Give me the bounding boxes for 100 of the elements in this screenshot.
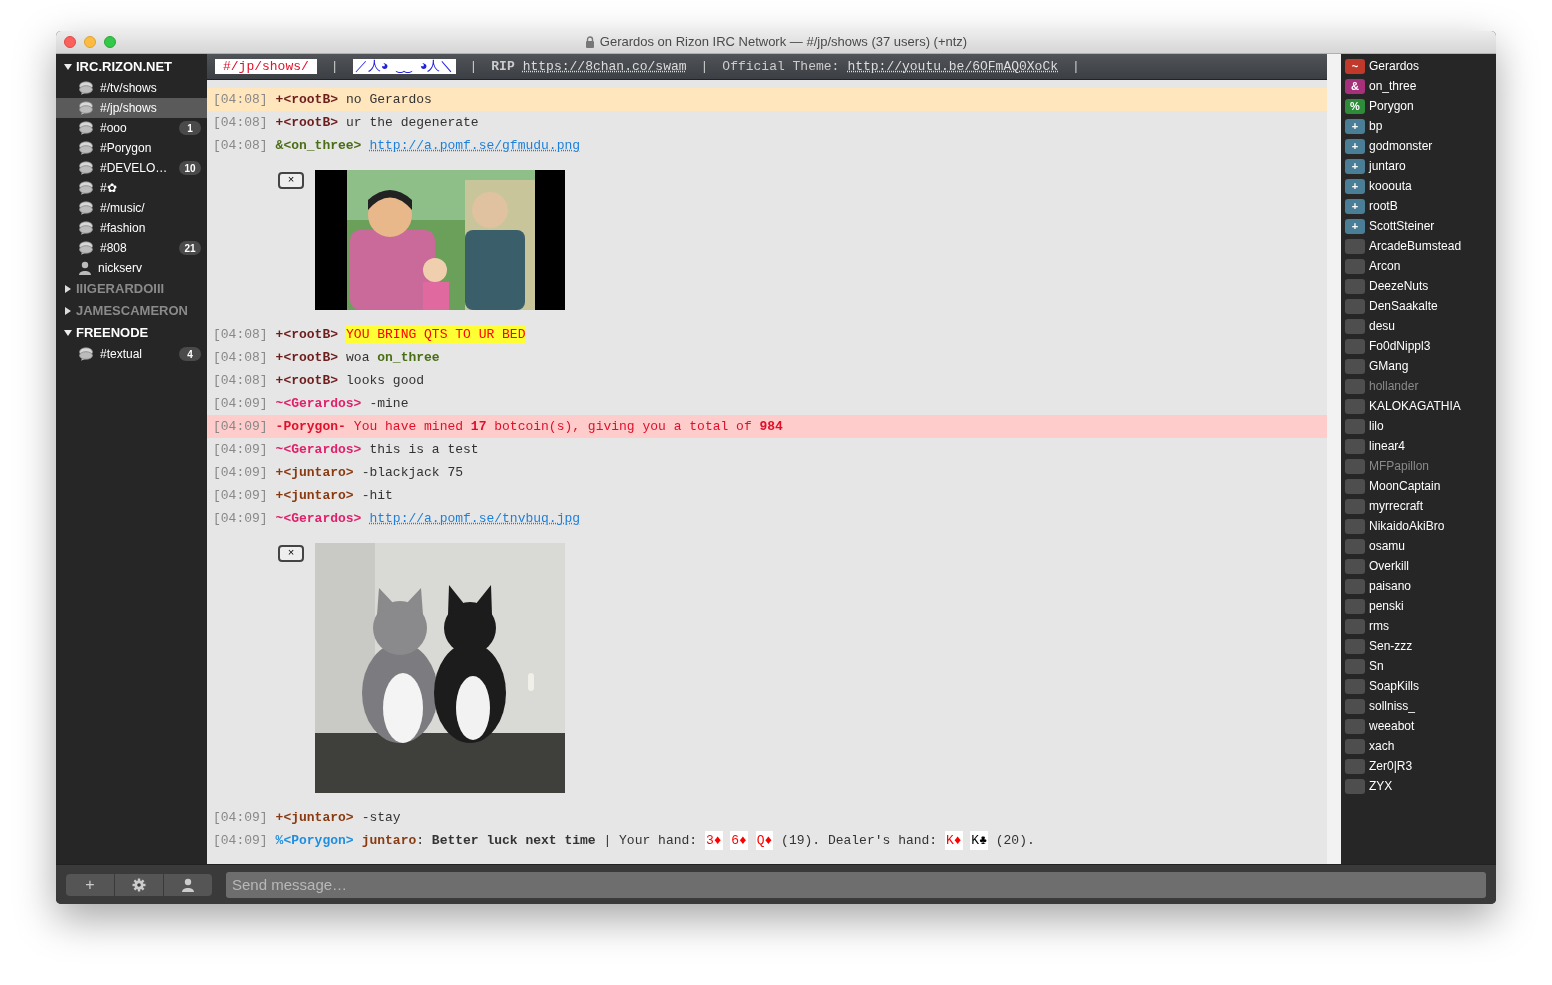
nickname: +<rootB> [275,348,339,367]
user-item[interactable]: MFPapillon [1345,456,1496,476]
timestamp: [04:08] [213,90,268,109]
collapse-icon[interactable] [64,329,72,337]
user-mode-badge [1345,318,1365,334]
user-item[interactable]: + ScottSteiner [1345,216,1496,236]
user-mode-badge: + [1345,198,1365,214]
nickname: +<rootB> [275,371,339,390]
channel-item[interactable]: #/tv/shows [56,78,207,98]
user-item[interactable]: weeabot [1345,716,1496,736]
user-item[interactable]: NikaidoAkiBro [1345,516,1496,536]
user-item[interactable]: GMang [1345,356,1496,376]
channel-item[interactable]: #Porygon [56,138,207,158]
user-item[interactable]: DeezeNuts [1345,276,1496,296]
user-item[interactable]: + rootB [1345,196,1496,216]
user-item[interactable]: linear4 [1345,436,1496,456]
user-item[interactable]: Zer0|R3 [1345,756,1496,776]
server-item[interactable]: IIIGERARDOIII [56,278,207,300]
server-item[interactable]: FREENODE [56,322,207,344]
user-item[interactable]: osamu [1345,536,1496,556]
message-text: 17 [470,417,487,436]
topic-separator: | [1071,57,1081,76]
timestamp: [04:08] [213,136,268,155]
user-item[interactable]: + bp [1345,116,1496,136]
channel-item[interactable]: #DEVELO… 10 [56,158,207,178]
server-item[interactable]: IRC.RIZON.NET [56,56,207,78]
topic-text: Official Theme: [722,57,840,76]
timestamp: [04:09] [213,440,268,459]
user-item[interactable]: ~ Gerardos [1345,56,1496,76]
user-item[interactable]: penski [1345,596,1496,616]
user-item[interactable]: ArcadeBumstead [1345,236,1496,256]
chat-bubble-icon [78,121,94,135]
collapse-icon[interactable] [64,63,72,71]
user-item[interactable]: lilo [1345,416,1496,436]
user-mode-badge [1345,338,1365,354]
topic-link[interactable]: http://youtu.be/6OFmAQ0XoCk [847,56,1059,77]
expand-icon[interactable] [64,307,72,315]
user-item[interactable]: xach [1345,736,1496,756]
user-item[interactable]: DenSaakalte [1345,296,1496,316]
user-mode-badge: % [1345,98,1365,114]
nickname: ~<Gerardos> [275,509,362,528]
user-item[interactable]: rms [1345,616,1496,636]
user-item[interactable]: desu [1345,316,1496,336]
user-mode-badge [1345,518,1365,534]
user-item[interactable]: + godmonster [1345,136,1496,156]
channel-item[interactable]: #ooo 1 [56,118,207,138]
channel-item[interactable]: #textual 4 [56,344,207,364]
user-item[interactable]: + kooouta [1345,176,1496,196]
user-mode-badge [1345,278,1365,294]
channel-item[interactable]: nickserv [56,258,207,278]
close-button[interactable]: × [278,545,304,562]
server-item[interactable]: JAMESCAMERON [56,300,207,322]
user-mode-badge [1345,298,1365,314]
topic-emote: ／人◕ ‿‿ ◕人＼ [352,59,456,74]
user-item[interactable]: + juntaro [1345,156,1496,176]
user-item[interactable]: Sen-zzz [1345,636,1496,656]
message-text: ur the degenerate [346,113,479,132]
user-mode-badge [1345,418,1365,434]
user-mode-badge [1345,478,1365,494]
user-mode-badge [1345,618,1365,634]
user-item[interactable]: ZYX [1345,776,1496,796]
user-item[interactable]: & on_three [1345,76,1496,96]
channel-item[interactable]: #808 21 [56,238,207,258]
user-item[interactable]: hollander [1345,376,1496,396]
unread-count: 10 [179,161,201,175]
close-window-button[interactable] [64,36,76,48]
user-item[interactable]: SoapKills [1345,676,1496,696]
user-item[interactable]: Overkill [1345,556,1496,576]
message-text: | Your hand: [603,831,698,850]
user-item[interactable]: MoonCaptain [1345,476,1496,496]
channel-item[interactable]: #fashion [56,218,207,238]
timestamp: [04:09] [213,394,268,413]
user-item[interactable]: Fo0dNippl3 [1345,336,1496,356]
topic-link[interactable]: https://8chan.co/swam [522,56,687,77]
user-item[interactable]: KALOKAGATHIA [1345,396,1496,416]
nickname: &<on_three> [275,136,362,155]
user-mode-badge [1345,498,1365,514]
user-mode-badge: & [1345,78,1365,94]
close-button[interactable]: × [278,172,304,189]
user-item[interactable]: % Porygon [1345,96,1496,116]
user-item[interactable]: Sn [1345,656,1496,676]
user-item[interactable]: Arcon [1345,256,1496,276]
chat-bubble-icon [78,81,94,95]
user-mode-badge [1345,538,1365,554]
nickname: +<rootB> [275,113,339,132]
user-item[interactable]: myrrecraft [1345,496,1496,516]
user-item[interactable]: paisano [1345,576,1496,596]
chat-bubble-icon [78,241,94,255]
channel-item[interactable]: #/music/ [56,198,207,218]
channel-item[interactable]: #/jp/shows [56,98,207,118]
channel-item[interactable]: #✿ [56,178,207,198]
chat-bubble-icon [78,101,94,115]
timestamp: [04:08] [213,325,268,344]
nick-mention: juntaro [361,831,417,850]
add-button[interactable]: + [66,873,115,896]
user-item[interactable]: sollniss_ [1345,696,1496,716]
user-mode-badge [1345,458,1365,474]
message-input[interactable]: Send message… [226,871,1486,898]
timestamp: [04:09] [213,808,268,827]
expand-icon[interactable] [64,285,72,293]
